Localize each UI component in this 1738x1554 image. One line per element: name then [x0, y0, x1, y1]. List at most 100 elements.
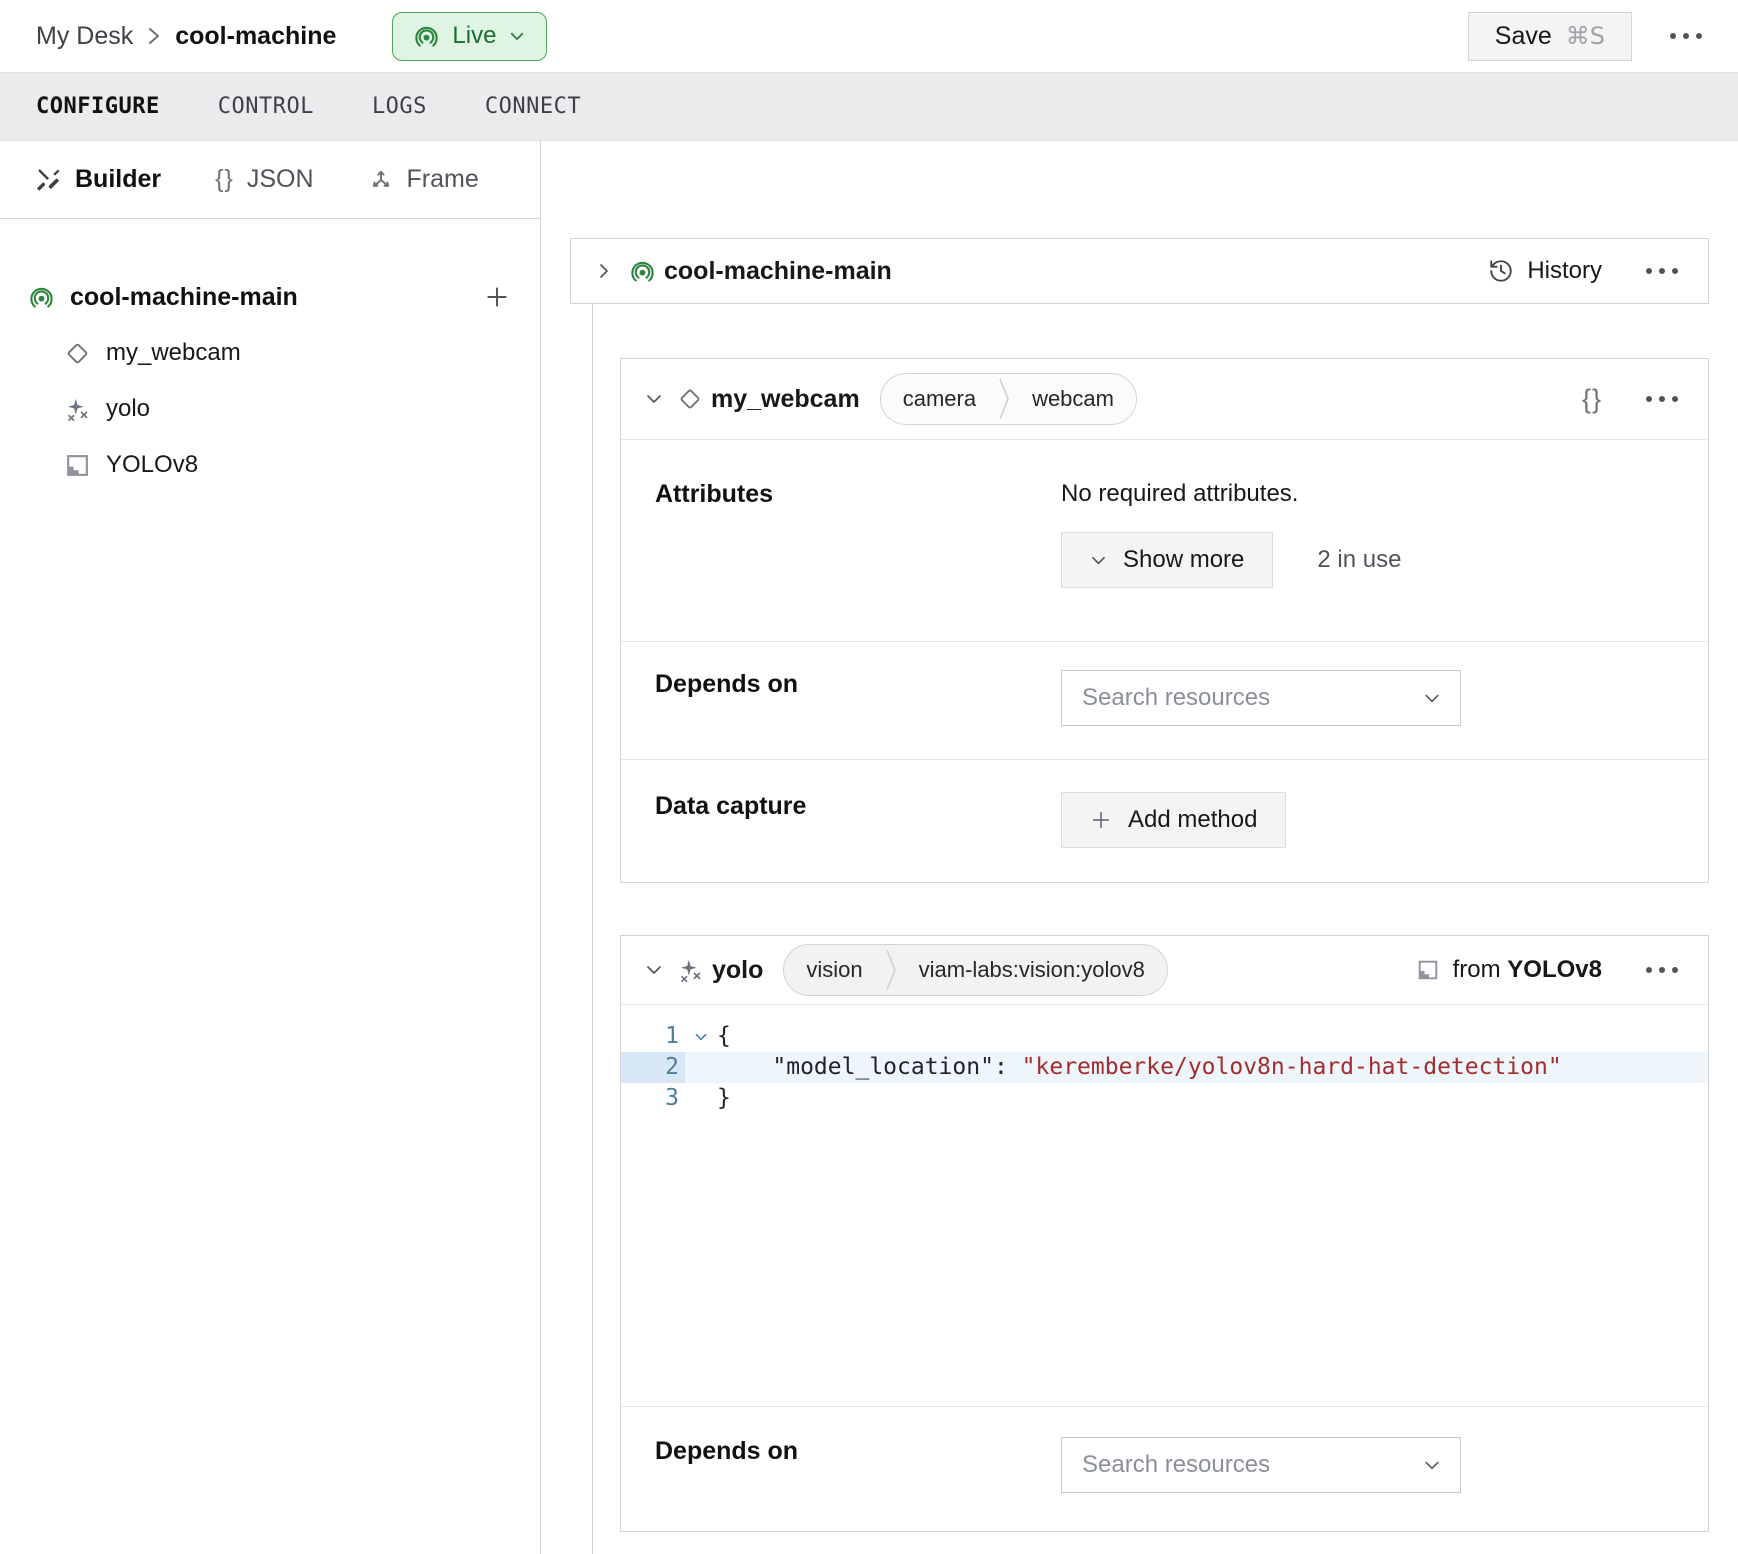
attributes-label: Attributes: [655, 480, 1061, 641]
fold-chevron-icon[interactable]: [685, 1021, 717, 1052]
chevron-down-icon: [1422, 688, 1442, 708]
module-icon: [1416, 958, 1440, 982]
depends-on-placeholder: Search resources: [1082, 684, 1422, 712]
tab-connect[interactable]: CONNECT: [485, 94, 581, 119]
history-label: History: [1527, 257, 1602, 285]
main-nav-tabs: CONFIGURE CONTROL LOGS CONNECT: [0, 73, 1738, 141]
collapse-chevron-down-icon[interactable]: [639, 384, 669, 414]
machine-part-title: cool-machine-main: [664, 257, 892, 286]
history-button[interactable]: History: [1488, 257, 1602, 285]
yolo-depends-on-select[interactable]: Search resources: [1061, 1437, 1461, 1493]
yolo-type-tags: vision viam-labs:vision:yolov8: [783, 944, 1167, 996]
tree-root-machine-part[interactable]: cool-machine-main: [28, 269, 514, 325]
component-diamond-icon: [64, 340, 91, 367]
yolo-more-menu[interactable]: [1640, 957, 1684, 983]
add-resource-button[interactable]: [480, 280, 514, 314]
expand-chevron-right-icon[interactable]: [589, 256, 619, 286]
webcam-more-menu[interactable]: [1640, 386, 1684, 412]
code-line-1: 1 {: [621, 1021, 1708, 1052]
code-line-2-active: 2 "model_location": "keremberke/yolov8n-…: [621, 1052, 1708, 1083]
add-method-button[interactable]: Add method: [1061, 792, 1286, 848]
webcam-component-card: my_webcam camera webcam {} Attributes No…: [620, 358, 1709, 883]
webcam-card-header: my_webcam camera webcam {}: [621, 359, 1708, 439]
part-more-menu[interactable]: [1640, 258, 1684, 284]
mode-frame[interactable]: Frame: [368, 165, 479, 194]
module-icon: [64, 452, 91, 479]
service-sparkles-icon: [64, 396, 91, 423]
tools-icon: [36, 167, 62, 193]
chevron-down-icon: [1422, 1455, 1442, 1475]
braces-icon: {}: [215, 165, 234, 194]
tag-divider-icon: [998, 373, 1010, 425]
mode-builder[interactable]: Builder: [36, 165, 161, 194]
webcam-depends-on-section: Depends on Search resources: [621, 641, 1708, 759]
depends-on-placeholder: Search resources: [1082, 1451, 1422, 1479]
view-mode-switcher: Builder {} JSON Frame: [0, 141, 540, 219]
config-sidebar: Builder {} JSON Frame: [0, 141, 541, 1554]
live-status-dropdown[interactable]: Live: [392, 12, 547, 61]
service-sparkles-icon: [677, 957, 704, 984]
chevron-down-icon: [1090, 552, 1107, 569]
tree-rail-line: [592, 304, 593, 1554]
frame-axes-icon: [368, 167, 394, 193]
machine-part-icon: [629, 258, 656, 285]
config-main-panel: cool-machine-main History: [541, 141, 1738, 1554]
code-text: {: [717, 1021, 731, 1052]
add-method-label: Add method: [1128, 806, 1257, 834]
breadcrumb-current: cool-machine: [175, 22, 336, 51]
webcam-type-tags: camera webcam: [880, 373, 1137, 425]
webcam-title: my_webcam: [711, 385, 860, 414]
tree-item-label: YOLOv8: [106, 451, 198, 479]
tree-item-label: yolo: [106, 395, 150, 423]
machine-part-icon: [28, 284, 55, 311]
show-more-label: Show more: [1123, 546, 1244, 574]
chevron-down-icon: [508, 27, 526, 45]
tree-item-yolo[interactable]: yolo: [28, 381, 514, 437]
tree-root-label: cool-machine-main: [70, 283, 298, 312]
code-line-3: 3 }: [621, 1083, 1708, 1114]
code-text: }: [717, 1083, 731, 1114]
yolo-depends-on-section: Depends on Search resources: [621, 1406, 1708, 1533]
line-number: 1: [621, 1021, 685, 1052]
yolo-title: yolo: [712, 956, 763, 985]
depends-on-label: Depends on: [655, 1437, 1061, 1533]
tab-configure[interactable]: CONFIGURE: [36, 94, 160, 119]
save-button-label: Save: [1495, 22, 1552, 51]
breadcrumb-parent[interactable]: My Desk: [36, 22, 133, 51]
attributes-in-use-count: 2 in use: [1317, 546, 1401, 574]
tree-item-label: my_webcam: [106, 339, 241, 367]
tab-logs[interactable]: LOGS: [372, 94, 427, 119]
tag-webcam: webcam: [1010, 386, 1136, 412]
tree-item-yolov8-module[interactable]: YOLOv8: [28, 437, 514, 493]
mode-builder-label: Builder: [75, 165, 161, 194]
attributes-section: Attributes No required attributes. Show …: [621, 439, 1708, 641]
collapse-chevron-down-icon[interactable]: [639, 955, 669, 985]
tag-model-triplet: viam-labs:vision:yolov8: [897, 957, 1167, 983]
plus-icon: [1090, 809, 1112, 831]
show-more-button[interactable]: Show more: [1061, 532, 1273, 588]
save-button[interactable]: Save ⌘S: [1468, 12, 1632, 61]
json-attributes-editor[interactable]: 1 { 2 "model_location": "keremberke/yolo…: [621, 1004, 1708, 1406]
component-diamond-icon: [677, 386, 703, 412]
yolo-service-card: yolo vision viam-labs:vision:yolov8: [620, 935, 1709, 1532]
depends-on-select[interactable]: Search resources: [1061, 670, 1461, 726]
json-braces-icon[interactable]: {}: [1582, 384, 1602, 415]
code-string-value: "keremberke/yolov8n-hard-hat-detection": [1022, 1054, 1562, 1080]
tag-camera: camera: [881, 386, 998, 412]
code-key: "model_location": [772, 1054, 994, 1080]
mode-json-label: JSON: [247, 165, 314, 194]
tab-control[interactable]: CONTROL: [218, 94, 314, 119]
tag-divider-icon: [885, 944, 897, 996]
data-capture-label: Data capture: [655, 792, 1061, 884]
mode-frame-label: Frame: [407, 165, 479, 194]
history-icon: [1488, 258, 1514, 284]
more-menu-button[interactable]: [1664, 23, 1708, 49]
mode-json[interactable]: {} JSON: [215, 165, 313, 194]
top-bar: My Desk cool-machine Live Save ⌘S: [0, 0, 1738, 73]
yolo-card-header: yolo vision viam-labs:vision:yolov8: [621, 936, 1708, 1004]
broadcast-icon: [413, 23, 440, 50]
data-capture-section: Data capture Add method: [621, 759, 1708, 884]
tag-vision: vision: [784, 957, 884, 983]
tree-item-my-webcam[interactable]: my_webcam: [28, 325, 514, 381]
line-number: 3: [621, 1083, 685, 1114]
